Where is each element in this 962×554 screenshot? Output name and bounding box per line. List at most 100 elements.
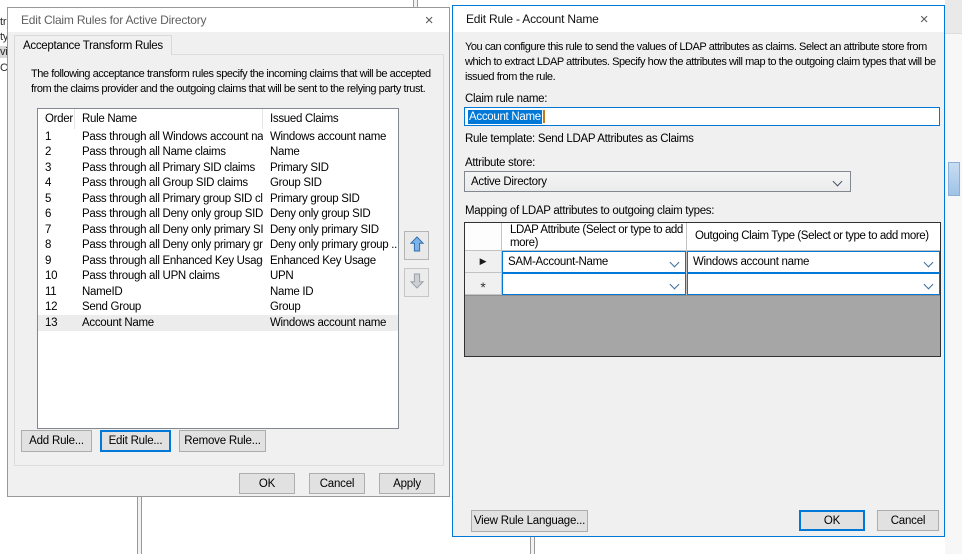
mapping-row: ▶ SAM-Account-Name Windows account name [465,251,940,273]
ok-button[interactable]: OK [799,510,865,531]
row-marker-column-header [465,223,502,250]
cell-rule-name: Pass through all Deny only group SID cla… [75,208,263,220]
claim-rules-rows: 1 Pass through all Windows account name.… [38,129,398,331]
column-header-rule-name[interactable]: Rule Name [75,109,263,129]
claim-rules-list[interactable]: Order Rule Name Issued Claims 1 Pass thr… [37,108,399,429]
add-rule-button[interactable]: Add Rule... [21,430,92,452]
cell-order: 7 [38,224,75,236]
outgoing-claim-type-select[interactable]: Windows account name [687,251,940,273]
ldap-attribute-select-new[interactable] [502,273,686,295]
claim-rule-row[interactable]: 7 Pass through all Deny only primary SID… [38,222,398,238]
mapping-grid-header: LDAP Attribute (Select or type to add mo… [465,223,940,251]
ldap-attribute-select[interactable]: SAM-Account-Name [502,251,686,273]
arrow-up-icon [410,236,424,255]
bg-tree-fragment: tr [0,16,7,28]
cell-rule-name: Pass through all Deny only primary SID c… [75,224,263,236]
cell-order: 6 [38,208,75,220]
ldap-attribute-column-header: LDAP Attribute (Select or type to add mo… [502,223,687,250]
cell-rule-name: Pass through all Name claims [75,146,263,158]
claim-rule-row[interactable]: 4 Pass through all Group SID claims Grou… [38,176,398,192]
arrow-down-icon [410,273,424,292]
cell-issued-claims: Deny only primary SID [263,224,398,236]
outgoing-claim-type-column-header: Outgoing Claim Type (Select or type to a… [687,223,940,250]
cell-issued-claims: Windows account name [263,131,398,143]
new-row-marker: * [465,273,502,295]
background-scrollbar-track[interactable] [945,0,962,554]
text-caret [543,110,545,123]
apply-button[interactable]: Apply [379,473,435,494]
edit-claim-rules-dialog: Edit Claim Rules for Active Directory × … [7,7,450,497]
cell-issued-claims: Deny only group SID [263,208,398,220]
claim-rule-row[interactable]: 8 Pass through all Deny only primary gro… [38,238,398,254]
claim-rule-row[interactable]: 13 Account Name Windows account name [38,315,398,331]
attribute-store-select[interactable]: Active Directory [464,171,851,192]
claim-rule-row[interactable]: 9 Pass through all Enhanced Key Usage cl… [38,253,398,269]
cell-rule-name: Pass through all UPN claims [75,270,263,282]
mapping-row-new: * [465,273,940,295]
close-icon[interactable]: × [413,8,445,32]
cell-rule-name: Pass through all Windows account name... [75,131,263,143]
cell-rule-name: Pass through all Group SID claims [75,177,263,189]
cell-issued-claims: UPN [263,270,398,282]
rule-description: You can configure this rule to send the … [465,40,939,86]
current-row-arrow-icon: ▶ [480,256,487,267]
chevron-down-icon [924,280,934,290]
cell-order: 12 [38,301,75,313]
cell-rule-name: Send Group [75,301,263,313]
cell-issued-claims: Enhanced Key Usage [263,255,398,267]
close-icon[interactable]: × [908,6,940,32]
cell-order: 11 [38,286,75,298]
ok-button[interactable]: OK [239,473,295,494]
bg-tree-fragment: C [0,62,7,74]
cell-rule-name: Account Name [75,317,263,329]
background-splitter[interactable] [137,497,142,554]
chevron-down-icon [924,258,934,268]
cell-rule-name: Pass through all Enhanced Key Usage cl..… [75,255,263,267]
cell-order: 1 [38,131,75,143]
claim-rule-name-input[interactable]: Account Name [464,107,940,126]
attribute-store-label: Attribute store: [465,157,535,169]
claim-rule-row[interactable]: 1 Pass through all Windows account name.… [38,129,398,145]
dialog-titlebar[interactable]: Edit Claim Rules for Active Directory [8,8,449,32]
move-rule-up-button[interactable] [404,231,429,260]
outgoing-claim-type-select-new[interactable] [687,273,940,295]
claim-rule-row[interactable]: 5 Pass through all Primary group SID cla… [38,191,398,207]
edit-rule-button[interactable]: Edit Rule... [100,430,171,452]
new-row-asterisk-icon: * [480,279,485,295]
column-header-issued-claims[interactable]: Issued Claims [263,109,398,129]
claim-rule-row[interactable]: 6 Pass through all Deny only group SID c… [38,207,398,223]
cell-issued-claims: Deny only primary group ... [263,239,398,251]
bg-tree-fragment-selected: vic [0,46,7,58]
grid-empty-area [465,295,940,356]
rule-template-text: Rule template: Send LDAP Attributes as C… [465,133,694,145]
column-header-order[interactable]: Order [38,109,75,129]
claim-rule-row[interactable]: 10 Pass through all UPN claims UPN [38,269,398,285]
tab-acceptance-transform-rules[interactable]: Acceptance Transform Rules [14,35,172,55]
claim-rule-row[interactable]: 11 NameID Name ID [38,284,398,300]
dialog-titlebar[interactable]: Edit Rule - Account Name [453,6,944,32]
claim-rule-row[interactable]: 3 Pass through all Primary SID claims Pr… [38,160,398,176]
view-rule-language-button[interactable]: View Rule Language... [471,510,588,532]
move-rule-down-button[interactable] [404,268,429,297]
cell-order: 13 [38,317,75,329]
chevron-down-icon [670,258,680,268]
dialog-title: Edit Rule - Account Name [453,12,599,26]
cell-issued-claims: Name [263,146,398,158]
mapping-grid: LDAP Attribute (Select or type to add mo… [464,222,941,357]
scrollbar-thumb[interactable] [948,162,960,196]
claim-rule-row[interactable]: 12 Send Group Group [38,300,398,316]
claim-rule-row[interactable]: 2 Pass through all Name claims Name [38,145,398,161]
background-splitter [413,0,418,7]
chevron-down-icon [670,280,680,290]
cancel-button[interactable]: Cancel [877,510,939,531]
cell-order: 8 [38,239,75,251]
cell-order: 3 [38,162,75,174]
cell-order: 5 [38,193,75,205]
remove-rule-button[interactable]: Remove Rule... [179,430,266,452]
cell-order: 9 [38,255,75,267]
background-splitter[interactable] [530,537,535,554]
cell-issued-claims: Primary group SID [263,193,398,205]
cancel-button[interactable]: Cancel [309,473,365,494]
outgoing-claim-type-value: Windows account name [693,256,809,268]
cell-rule-name: Pass through all Primary group SID claim… [75,193,263,205]
